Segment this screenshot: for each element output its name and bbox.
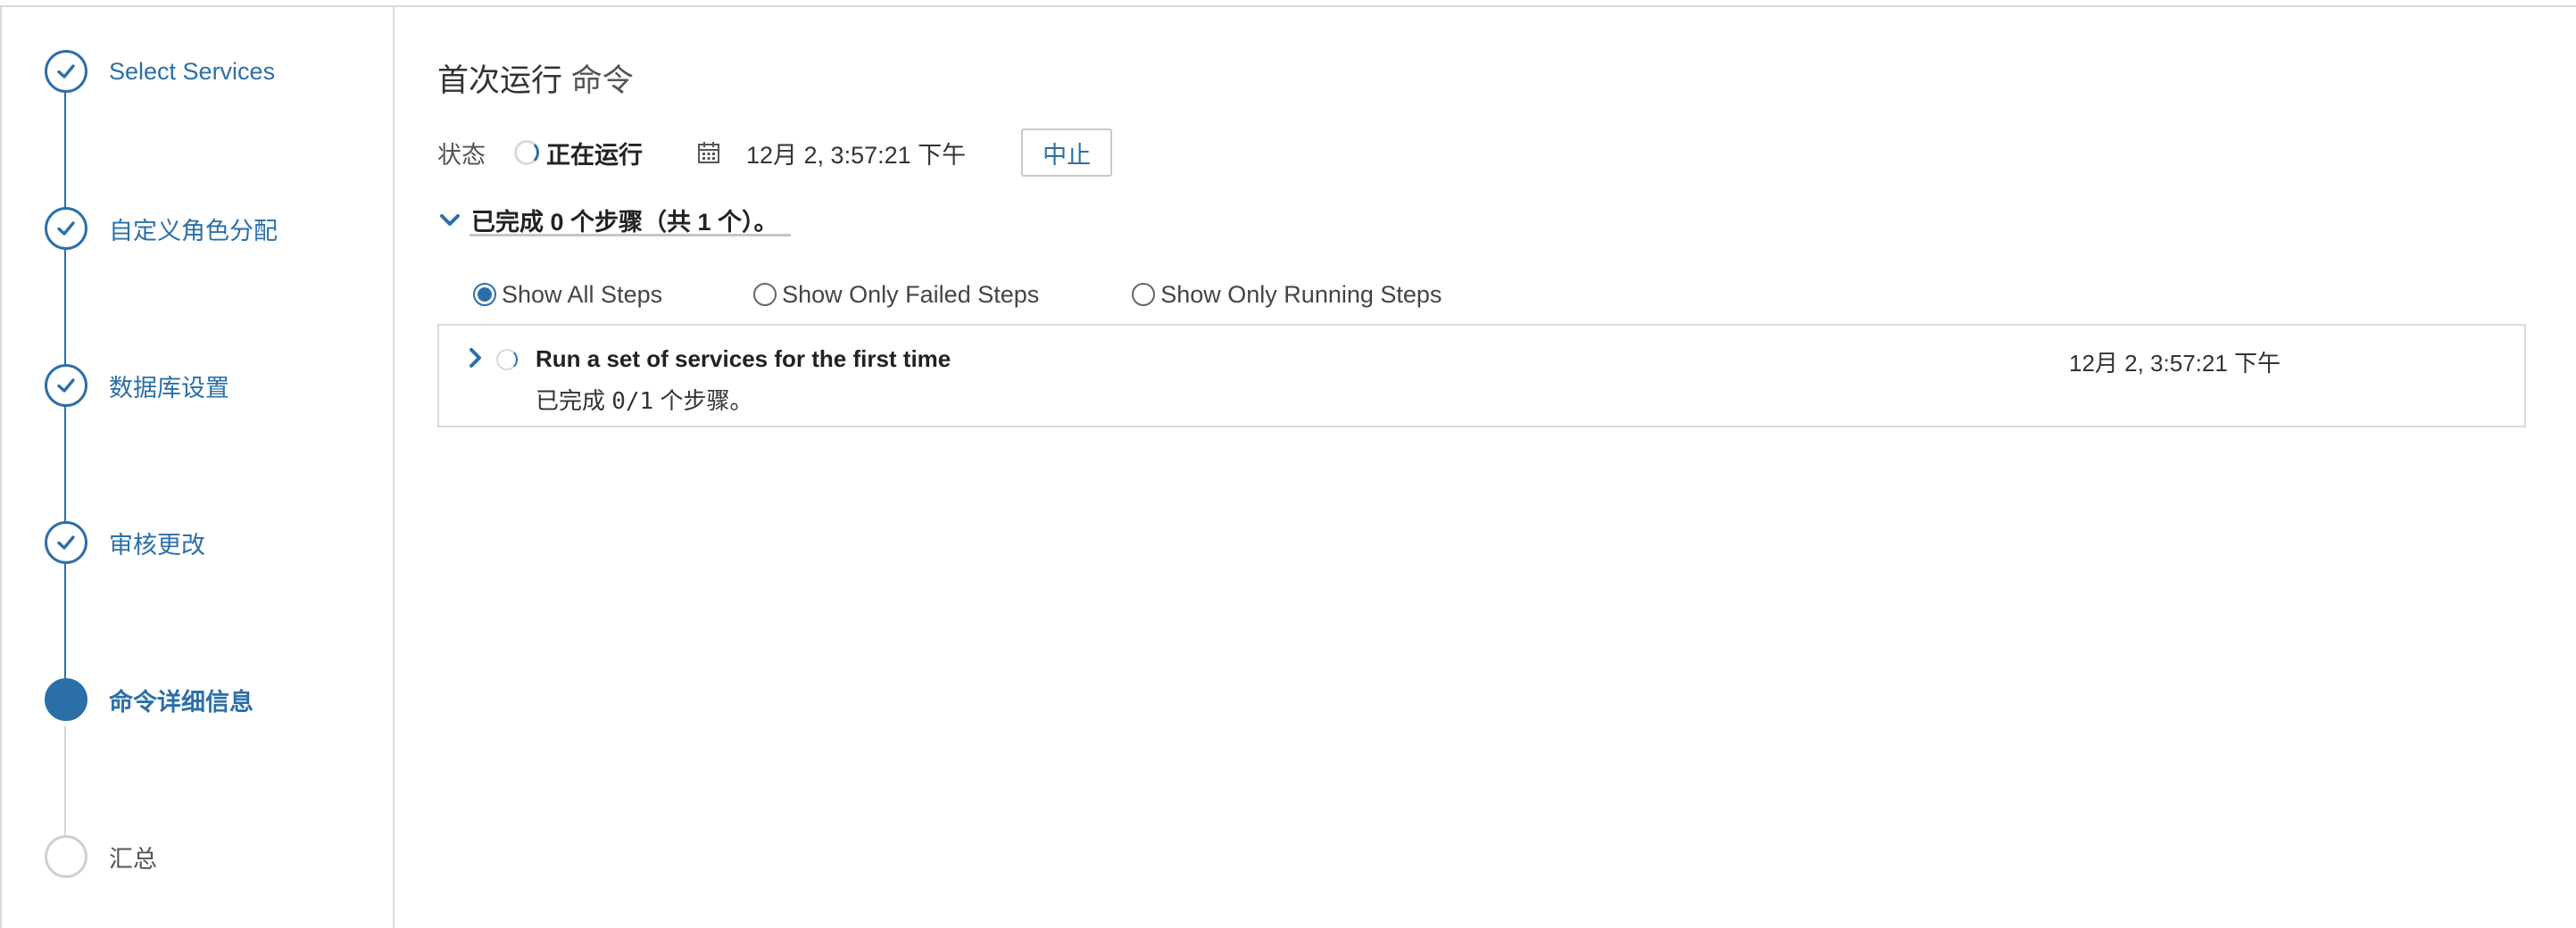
wizard-step-role-assignment[interactable]: 自定义角色分配 [45, 206, 278, 251]
status-label: 状态 [437, 141, 486, 169]
abort-button[interactable]: 中止 [1021, 128, 1113, 177]
filter-all-steps[interactable]: Show All Steps [473, 281, 662, 309]
page-title-suffix: 命令 [570, 63, 634, 98]
step-complete-icon [45, 50, 87, 93]
check-icon [57, 535, 75, 550]
filter-failed-steps[interactable]: Show Only Failed Steps [753, 281, 1039, 309]
wizard-step-label: 命令详细信息 [109, 688, 253, 716]
step-active-icon [45, 678, 87, 721]
wizard-step-label: 审核更改 [109, 531, 205, 559]
summary-underline [469, 234, 791, 236]
steps-summary-toggle[interactable]: 已完成 0 个步骤（共 1 个）。 [437, 202, 778, 237]
step-pending-icon [45, 835, 87, 878]
chevron-down-icon [440, 214, 460, 226]
step-progress-suffix: 个步骤。 [660, 387, 753, 414]
status-row: 状态 正在运行 12月 2, 3:57:21 下午 中止 [437, 128, 1113, 177]
wizard-step-summary: 汇总 [45, 834, 157, 879]
filter-label: Show Only Failed Steps [782, 280, 1040, 308]
page-title: 首次运行 命令 [437, 55, 634, 101]
steps-list: Run a set of services for the first time… [437, 324, 2526, 427]
start-time: 12月 2, 3:57:21 下午 [746, 141, 967, 169]
wizard-step-label: 数据库设置 [109, 374, 229, 402]
wizard-step-command-details: 命令详细信息 [45, 677, 253, 722]
step-progress-prefix: 已完成 [536, 387, 606, 414]
wizard-step-label: 汇总 [109, 845, 157, 873]
step-progress-count: 0/1 [611, 388, 654, 415]
page-title-main: 首次运行 [437, 63, 563, 98]
steps-summary-text: 已完成 0 个步骤（共 1 个）。 [471, 208, 778, 236]
filter-label: Show Only Running Steps [1160, 280, 1442, 308]
step-complete-icon [45, 364, 87, 407]
filter-running-steps[interactable]: Show Only Running Steps [1132, 281, 1442, 309]
step-progress: 已完成 0/1 个步骤。 [536, 383, 752, 416]
radio-unselected-icon[interactable] [1132, 283, 1156, 306]
step-filter-group: Show All Steps Show Only Failed Steps Sh… [473, 277, 1442, 312]
step-complete-icon [45, 207, 87, 250]
check-icon [57, 221, 75, 236]
wizard-sidebar: Select Services 自定义角色分配 数据库设置 审核更改 命令详细信… [0, 5, 395, 928]
radio-selected-icon[interactable] [473, 283, 496, 306]
step-time: 12月 2, 3:57:21 下午 [2069, 350, 2281, 377]
wizard-step-database-setup[interactable]: 数据库设置 [45, 363, 229, 408]
status-value: 正在运行 [546, 141, 643, 169]
check-icon [57, 64, 75, 79]
spinner-icon [514, 140, 539, 165]
check-icon [57, 378, 75, 393]
wizard-step-select-services[interactable]: Select Services [45, 49, 275, 94]
step-complete-icon [45, 521, 87, 564]
chevron-right-icon[interactable] [466, 345, 486, 370]
filter-label: Show All Steps [502, 280, 663, 308]
command-details-panel: 首次运行 命令 状态 正在运行 12月 2, 3:57:21 下午 中止 已完成… [437, 0, 2544, 928]
wizard-step-review-changes[interactable]: 审核更改 [45, 520, 205, 565]
radio-unselected-icon[interactable] [753, 283, 777, 306]
spinner-icon [496, 349, 518, 370]
wizard-step-label: 自定义角色分配 [109, 217, 278, 244]
calendar-icon [698, 142, 719, 163]
step-title: Run a set of services for the first time [536, 345, 951, 372]
wizard-step-label: Select Services [109, 57, 276, 85]
